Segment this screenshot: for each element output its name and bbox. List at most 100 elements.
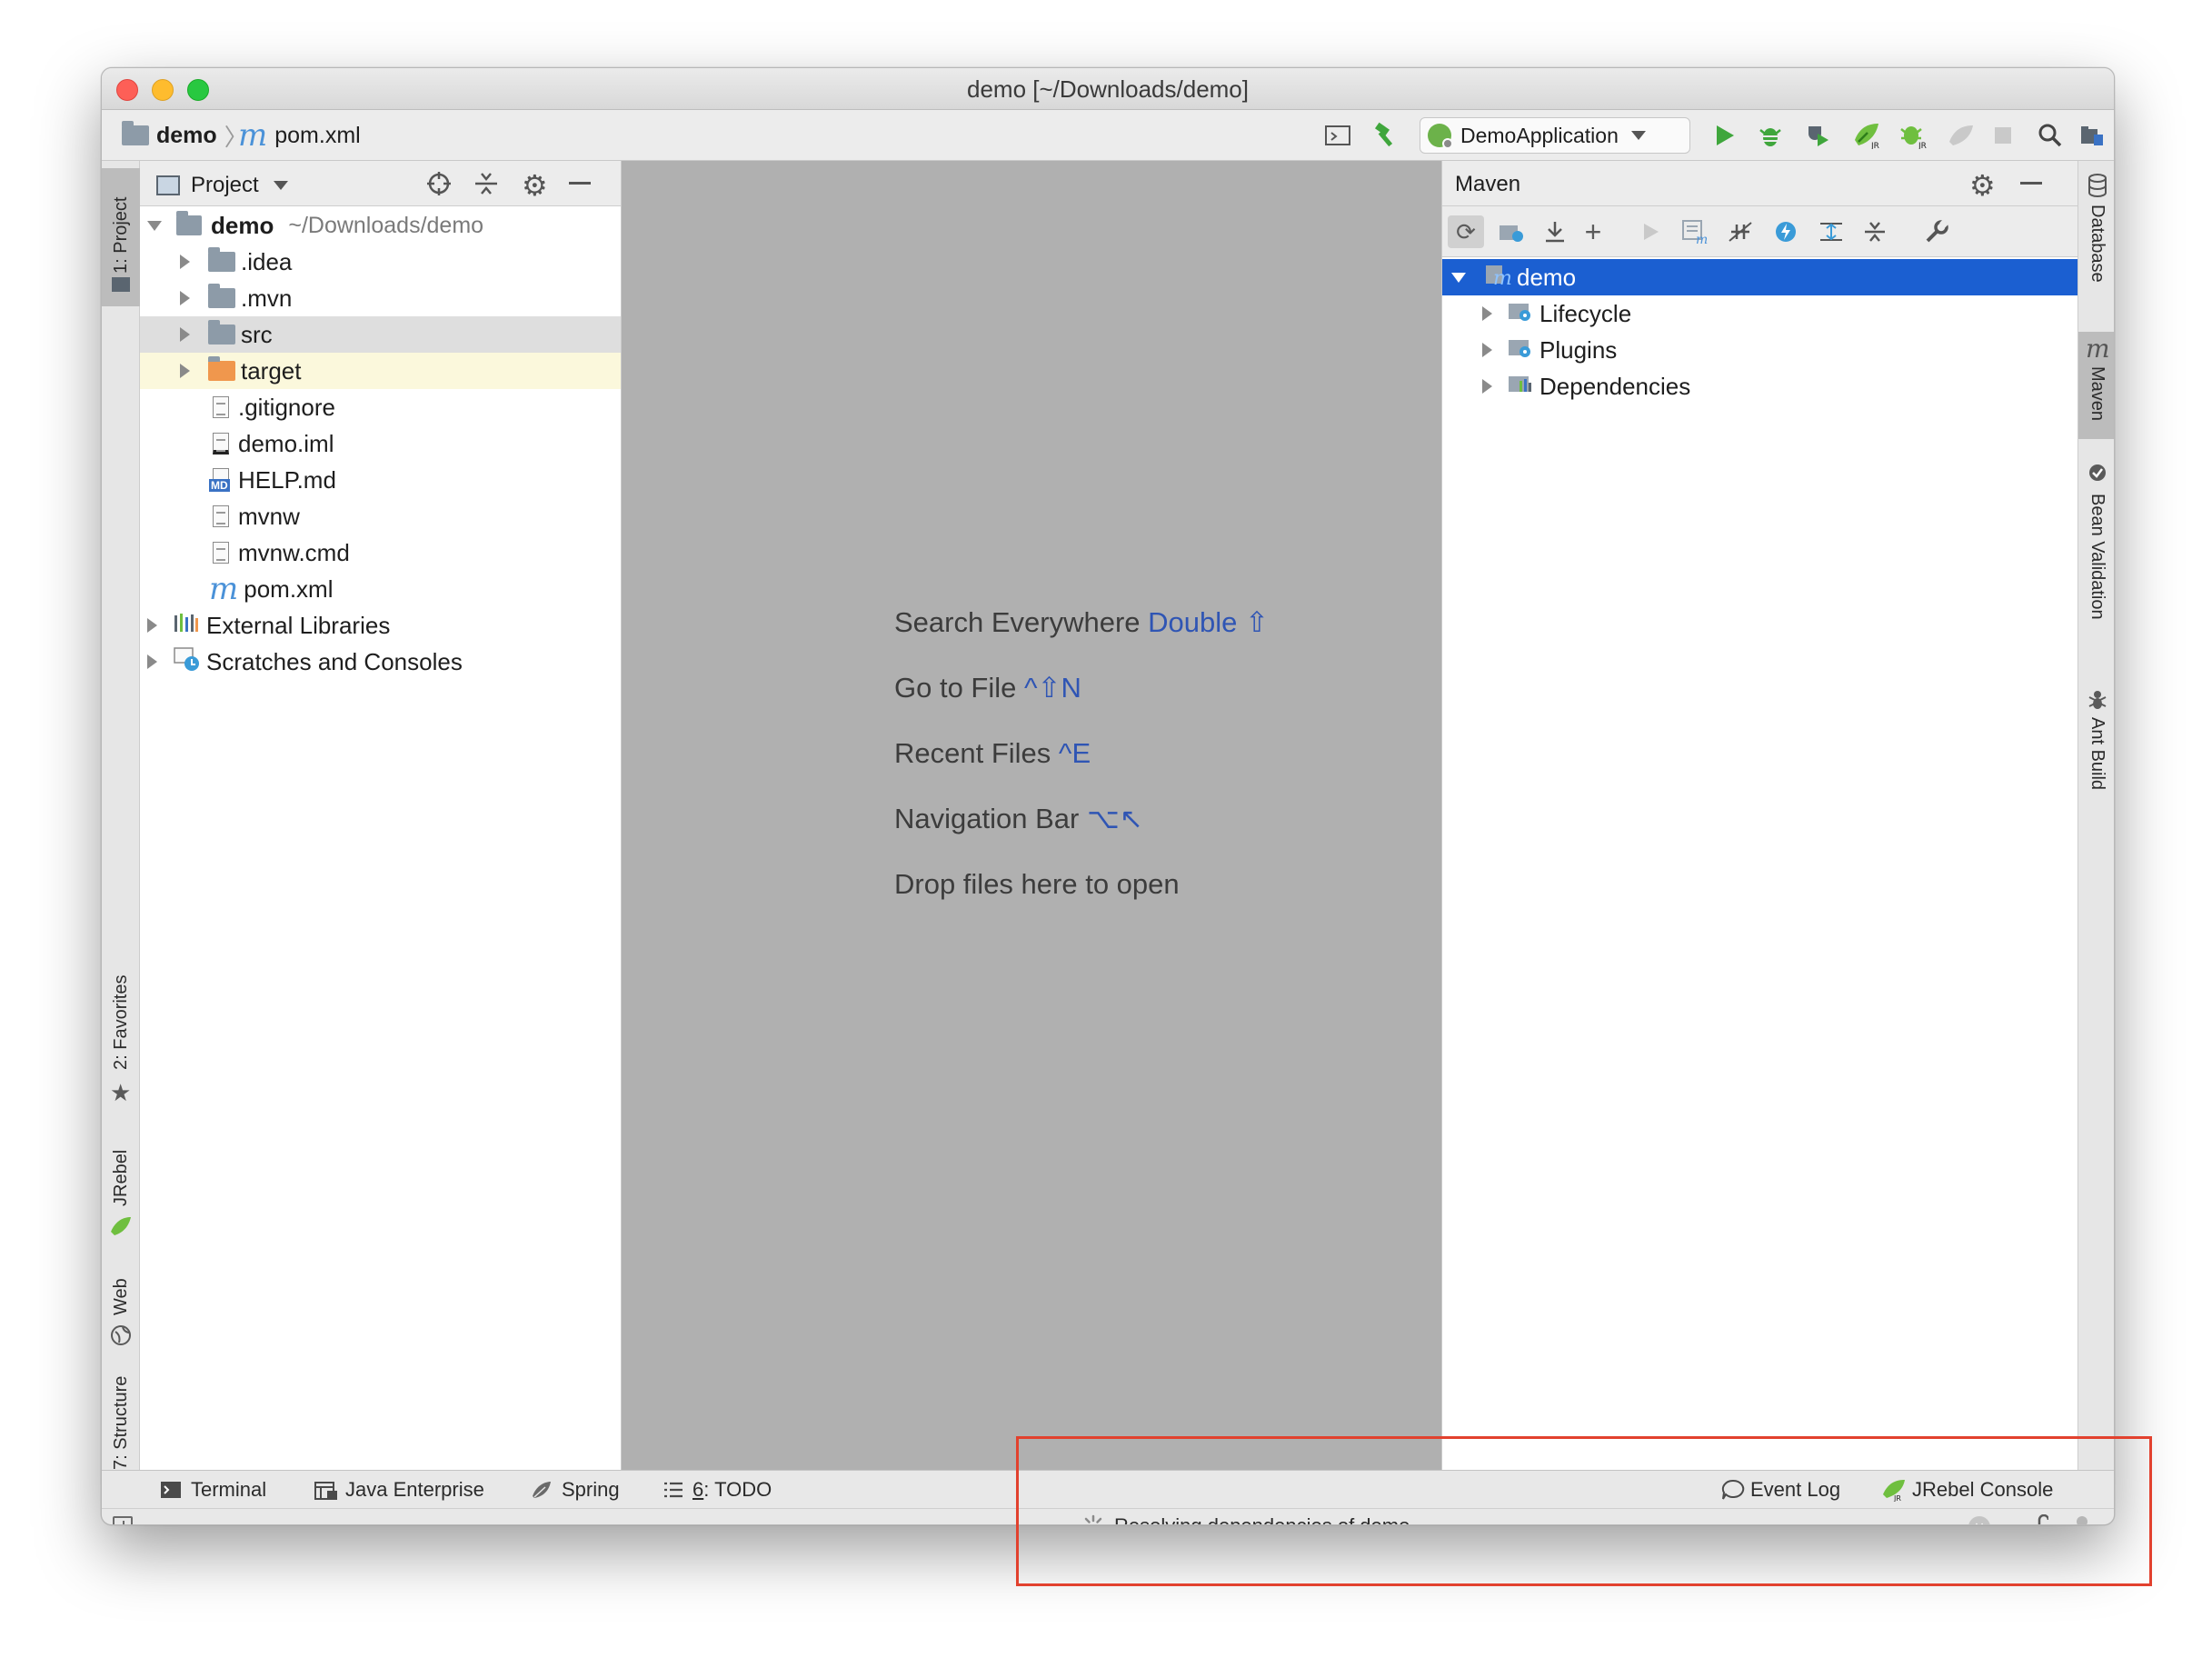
svg-text:JR: JR — [1870, 142, 1879, 149]
hint-search-everywhere: Search Everywhere Double ⇧ — [894, 606, 1269, 639]
terminal-window-icon[interactable] — [1321, 119, 1354, 152]
tree-item-label: mvnw — [238, 502, 300, 530]
tree-item-demo-iml[interactable]: demo.iml — [140, 425, 621, 462]
hint-text: Go to File — [894, 672, 1017, 704]
tab-todo-number: 6 — [692, 1478, 704, 1501]
text-file-icon — [213, 542, 229, 564]
tab-spring[interactable]: Spring — [531, 1471, 620, 1509]
tab-spring-label: Spring — [562, 1478, 620, 1501]
breadcrumb-project[interactable]: demo 〉 — [122, 110, 255, 161]
hint-text: Recent Files — [894, 737, 1051, 769]
folder-icon — [208, 247, 235, 272]
annotation-highlight-box — [1016, 1436, 2152, 1586]
tab-terminal[interactable]: Terminal — [160, 1471, 266, 1509]
tab-todo[interactable]: 6 : TODO — [663, 1471, 772, 1509]
collapse-all-icon[interactable] — [473, 170, 500, 204]
tab-database-label: Database — [2087, 205, 2107, 283]
tree-item-gitignore[interactable]: .gitignore — [140, 389, 621, 425]
tree-item-label: Scratches and Consoles — [206, 647, 463, 675]
show-dependencies-icon[interactable] — [1813, 215, 1849, 248]
hint-shortcut: ^E — [1058, 737, 1091, 769]
list-icon — [664, 1482, 683, 1498]
tree-item-root[interactable]: demo ~/Downloads/demo — [140, 207, 621, 244]
hide-panel-icon[interactable] — [2020, 182, 2042, 185]
java-enterprise-icon — [314, 1482, 337, 1500]
tab-jrebel[interactable]: JRebel — [111, 1150, 132, 1206]
tab-maven[interactable]: Maven — [2087, 366, 2107, 421]
stop-icon[interactable] — [1987, 119, 2019, 152]
toggle-offline-icon[interactable] — [1722, 215, 1759, 248]
database-icon — [2087, 174, 2107, 202]
collapse-all-icon[interactable] — [1857, 215, 1893, 248]
locate-file-icon[interactable] — [425, 170, 453, 204]
run-with-coverage-icon[interactable] — [1801, 119, 1834, 152]
toggle-tool-windows-icon[interactable] — [113, 1516, 133, 1524]
tab-favorites[interactable]: 2: Favorites — [111, 975, 132, 1070]
maven-tree-root[interactable]: m demo — [1442, 259, 2077, 295]
tab-ant-build[interactable]: Ant Build — [2087, 717, 2107, 790]
reload-icon[interactable]: ⟳ — [1448, 215, 1484, 248]
maven-toolbar: ⟳ + m — [1442, 206, 2077, 257]
maven-icon: m — [2086, 334, 2110, 364]
tree-item-src[interactable]: src — [140, 316, 621, 353]
tab-web[interactable]: Web — [111, 1278, 132, 1315]
tab-database[interactable]: Database — [2087, 205, 2107, 283]
tab-ant-build-label: Ant Build — [2087, 717, 2107, 791]
search-icon[interactable] — [2034, 119, 2067, 152]
chevron-right-icon — [147, 654, 157, 669]
tree-item-mvnw[interactable]: mvnw — [140, 498, 621, 534]
tab-structure[interactable]: 7: Structure — [111, 1376, 132, 1470]
tree-item-target[interactable]: target — [140, 353, 621, 389]
tree-item-idea[interactable]: .idea — [140, 244, 621, 280]
maven-root-label: demo — [1517, 263, 1577, 291]
tab-favorites-label: 2: Favorites — [111, 974, 131, 1070]
hint-shortcut: Double ⇧ — [1148, 606, 1269, 638]
jrebel-update-icon[interactable] — [1943, 119, 1979, 152]
tree-item-mvn[interactable]: .mvn — [140, 280, 621, 316]
gear-icon[interactable]: ⚙ — [522, 168, 548, 203]
project-structure-icon[interactable] — [2076, 119, 2108, 152]
breadcrumb-file[interactable]: m pom.xml — [238, 110, 361, 161]
run-icon[interactable] — [1709, 119, 1741, 152]
lifecycle-folder-icon — [1507, 299, 1534, 329]
tab-web-label: Web — [111, 1278, 131, 1315]
maven-tree-dependencies[interactable]: Dependencies — [1442, 368, 2077, 405]
skip-tests-icon[interactable] — [1768, 215, 1804, 248]
maven-project-icon: m — [1486, 265, 1512, 290]
debug-icon[interactable] — [1754, 119, 1787, 152]
tab-java-enterprise[interactable]: Java Enterprise — [314, 1471, 484, 1509]
left-tool-stripe: 1: Project 2: Favorites ★ JRebel Web 7: … — [102, 161, 140, 1499]
jrebel-debug-icon[interactable]: JR — [1896, 119, 1932, 152]
tree-item-pom-xml[interactable]: m pom.xml — [140, 571, 621, 607]
add-icon[interactable]: + — [1575, 215, 1611, 248]
svg-text:JR: JR — [1918, 142, 1927, 149]
tree-item-external-libraries[interactable]: External Libraries — [140, 607, 621, 644]
tab-todo-label: : TODO — [703, 1478, 772, 1501]
wrench-icon[interactable] — [1918, 215, 1955, 248]
module-file-icon — [213, 433, 229, 454]
build-hammer-icon[interactable] — [1369, 119, 1401, 152]
tree-item-help-md[interactable]: MD HELP.md — [140, 462, 621, 498]
bean-validation-icon — [2087, 463, 2107, 487]
hide-panel-icon[interactable] — [569, 182, 591, 185]
tree-root-path: ~/Downloads/demo — [288, 212, 484, 238]
project-view-label: Project — [191, 173, 259, 197]
generate-sources-icon[interactable] — [1493, 215, 1529, 248]
jrebel-icon — [109, 1215, 133, 1244]
tree-item-scratches[interactable]: Scratches and Consoles — [140, 644, 621, 680]
download-icon[interactable] — [1537, 215, 1573, 248]
gear-icon[interactable]: ⚙ — [1969, 168, 1996, 203]
tab-project[interactable]: 1: Project — [111, 197, 132, 274]
maven-tree-lifecycle[interactable]: Lifecycle — [1442, 295, 2077, 332]
execute-goal-icon[interactable]: m — [1677, 215, 1713, 248]
tree-item-mvnw-cmd[interactable]: mvnw.cmd — [140, 534, 621, 571]
run-icon[interactable] — [1633, 215, 1669, 248]
project-view-select[interactable]: Project — [156, 173, 288, 198]
chevron-right-icon — [1482, 343, 1492, 357]
jrebel-run-icon[interactable]: JR — [1848, 119, 1885, 152]
tab-bean-validation[interactable]: Bean Validation — [2087, 494, 2107, 620]
run-configuration-select[interactable]: DemoApplication — [1420, 117, 1690, 154]
editor-area[interactable]: Search Everywhere Double ⇧ Go to File ^⇧… — [622, 161, 1441, 1470]
tree-item-label: mvnw.cmd — [238, 538, 350, 566]
maven-tree-plugins[interactable]: Plugins — [1442, 332, 2077, 368]
